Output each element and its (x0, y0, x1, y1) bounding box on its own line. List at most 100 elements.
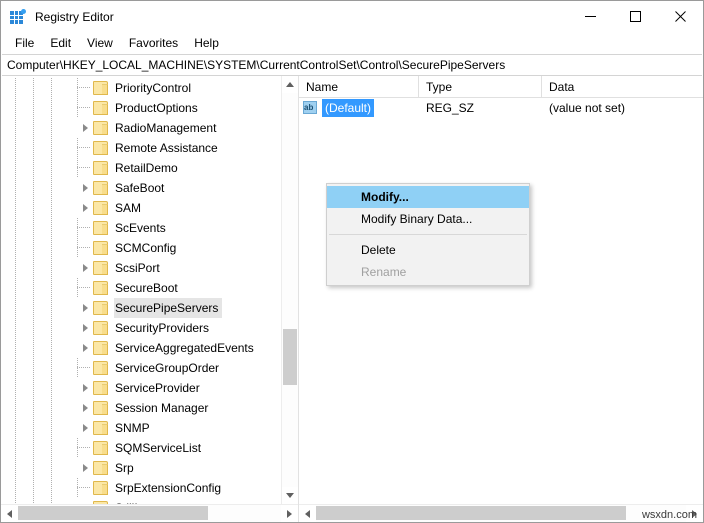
tree-item-srp[interactable]: Srp (1, 458, 281, 478)
maximize-button[interactable] (613, 1, 658, 32)
tree-item-remote-assistance[interactable]: Remote Assistance (1, 138, 281, 158)
folder-icon (93, 401, 109, 415)
tree-indent (1, 198, 77, 218)
tree-leaf-connector (77, 98, 93, 118)
tree-expand-chevron-icon[interactable] (77, 118, 93, 138)
folder-icon (93, 161, 109, 175)
folder-icon (93, 121, 109, 135)
tree-indent (1, 158, 77, 178)
context-menu-item-modify-binary-data[interactable]: Modify Binary Data... (327, 208, 529, 230)
column-header-name[interactable]: Name (299, 76, 419, 97)
folder-icon (93, 421, 109, 435)
close-button[interactable] (658, 1, 703, 32)
tree-scroll-track[interactable] (282, 93, 298, 487)
folder-icon (93, 301, 109, 315)
tree-indent (1, 338, 77, 358)
values-hscroll-track[interactable] (316, 505, 686, 522)
context-menu-item-modify[interactable]: Modify... (327, 186, 529, 208)
tree-item-scmconfig[interactable]: SCMConfig (1, 238, 281, 258)
values-scroll-left-button[interactable] (299, 505, 316, 522)
tree-leaf-connector (77, 158, 93, 178)
registry-tree-pane: PriorityControl ProductOptions RadioManage… (1, 76, 299, 522)
column-header-data[interactable]: Data (542, 76, 703, 97)
tree-leaf-connector (77, 438, 93, 458)
address-bar[interactable]: Computer\HKEY_LOCAL_MACHINE\SYSTEM\Curre… (2, 54, 702, 76)
scroll-down-button[interactable] (282, 487, 298, 504)
folder-icon (93, 281, 109, 295)
tree-leaf-connector (77, 138, 93, 158)
tree-expand-chevron-icon[interactable] (77, 378, 93, 398)
tree-item-radiomanagement[interactable]: RadioManagement (1, 118, 281, 138)
string-value-icon: ab (303, 101, 319, 115)
context-menu-item-delete[interactable]: Delete (327, 239, 529, 261)
menu-help[interactable]: Help (186, 34, 227, 52)
minimize-button[interactable] (568, 1, 613, 32)
tree-expand-chevron-icon[interactable] (77, 398, 93, 418)
tree-expand-chevron-icon[interactable] (77, 458, 93, 478)
table-row[interactable]: ab (Default) REG_SZ (value not set) (299, 98, 703, 118)
folder-icon (93, 221, 109, 235)
tree-leaf-connector (77, 478, 93, 498)
tree-item-scsiport[interactable]: ScsiPort (1, 258, 281, 278)
tree-item-label: ServiceGroupOrder (115, 361, 220, 375)
values-column-header: Name Type Data (299, 76, 703, 98)
tree-hscroll-thumb[interactable] (18, 506, 208, 520)
tree-expand-chevron-icon[interactable] (77, 178, 93, 198)
tree-expand-chevron-icon[interactable] (77, 418, 93, 438)
tree-item-label: Remote Assistance (115, 141, 218, 155)
tree-indent (1, 378, 77, 398)
tree-item-secureboot[interactable]: SecureBoot (1, 278, 281, 298)
value-data-cell: (value not set) (549, 101, 626, 115)
menu-edit[interactable]: Edit (42, 34, 79, 52)
tree-item-sam[interactable]: SAM (1, 198, 281, 218)
tree-item-snmp[interactable]: SNMP (1, 418, 281, 438)
tree-item-productoptions[interactable]: ProductOptions (1, 98, 281, 118)
tree-indent (1, 238, 77, 258)
tree-item-serviceaggregatedevents[interactable]: ServiceAggregatedEvents (1, 338, 281, 358)
registry-values-pane: Name Type Data ab (Default) REG_SZ (valu… (299, 76, 703, 522)
tree-item-securityproviders[interactable]: SecurityProviders (1, 318, 281, 338)
tree-indent (1, 458, 77, 478)
tree-scroll-left-button[interactable] (1, 505, 18, 522)
tree-item-session-manager[interactable]: Session Manager (1, 398, 281, 418)
tree-hscroll-track[interactable] (18, 505, 281, 522)
tree-item-srpextensionconfig[interactable]: SrpExtensionConfig (1, 478, 281, 498)
tree-expand-chevron-icon[interactable] (77, 198, 93, 218)
tree-item-securepipeservers[interactable]: SecurePipeServers (1, 298, 281, 318)
context-menu-separator (329, 234, 527, 235)
tree-horizontal-scrollbar[interactable] (1, 504, 298, 522)
tree-expand-chevron-icon[interactable] (77, 338, 93, 358)
tree-item-label: SAM (115, 201, 142, 215)
values-hscroll-thumb[interactable] (316, 506, 626, 520)
tree-scroll-right-button[interactable] (281, 505, 298, 522)
tree-item-scevents[interactable]: ScEvents (1, 218, 281, 238)
tree-expand-chevron-icon[interactable] (77, 258, 93, 278)
scroll-up-button[interactable] (282, 76, 298, 93)
tree-item-safeboot[interactable]: SafeBoot (1, 178, 281, 198)
folder-icon (93, 441, 109, 455)
column-header-type[interactable]: Type (419, 76, 542, 97)
tree-scroll-thumb[interactable] (283, 329, 297, 385)
tree-item-serviceprovider[interactable]: ServiceProvider (1, 378, 281, 398)
menu-favorites[interactable]: Favorites (121, 34, 186, 52)
tree-expand-chevron-icon[interactable] (77, 318, 93, 338)
tree-item-label: RetailDemo (115, 161, 178, 175)
menu-view[interactable]: View (79, 34, 121, 52)
tree-item-label: Srp (115, 461, 134, 475)
tree-item-sqmservicelist[interactable]: SQMServiceList (1, 438, 281, 458)
tree-indent (1, 298, 77, 318)
tree-item-prioritycontrol[interactable]: PriorityControl (1, 78, 281, 98)
folder-icon (93, 461, 109, 475)
tree-item-label: SQMServiceList (115, 441, 202, 455)
folder-icon (93, 261, 109, 275)
menu-file[interactable]: File (7, 34, 42, 52)
tree-vertical-scrollbar[interactable] (281, 76, 298, 504)
registry-tree: PriorityControl ProductOptions RadioManage… (1, 76, 281, 504)
value-name-cell[interactable]: ab (Default) (299, 98, 419, 118)
tree-expand-chevron-icon[interactable] (77, 298, 93, 318)
tree-indent (1, 478, 77, 498)
tree-item-label: ScEvents (115, 221, 166, 235)
tree-item-retaildemo[interactable]: RetailDemo (1, 158, 281, 178)
tree-indent (1, 178, 77, 198)
tree-item-servicegrouporder[interactable]: ServiceGroupOrder (1, 358, 281, 378)
